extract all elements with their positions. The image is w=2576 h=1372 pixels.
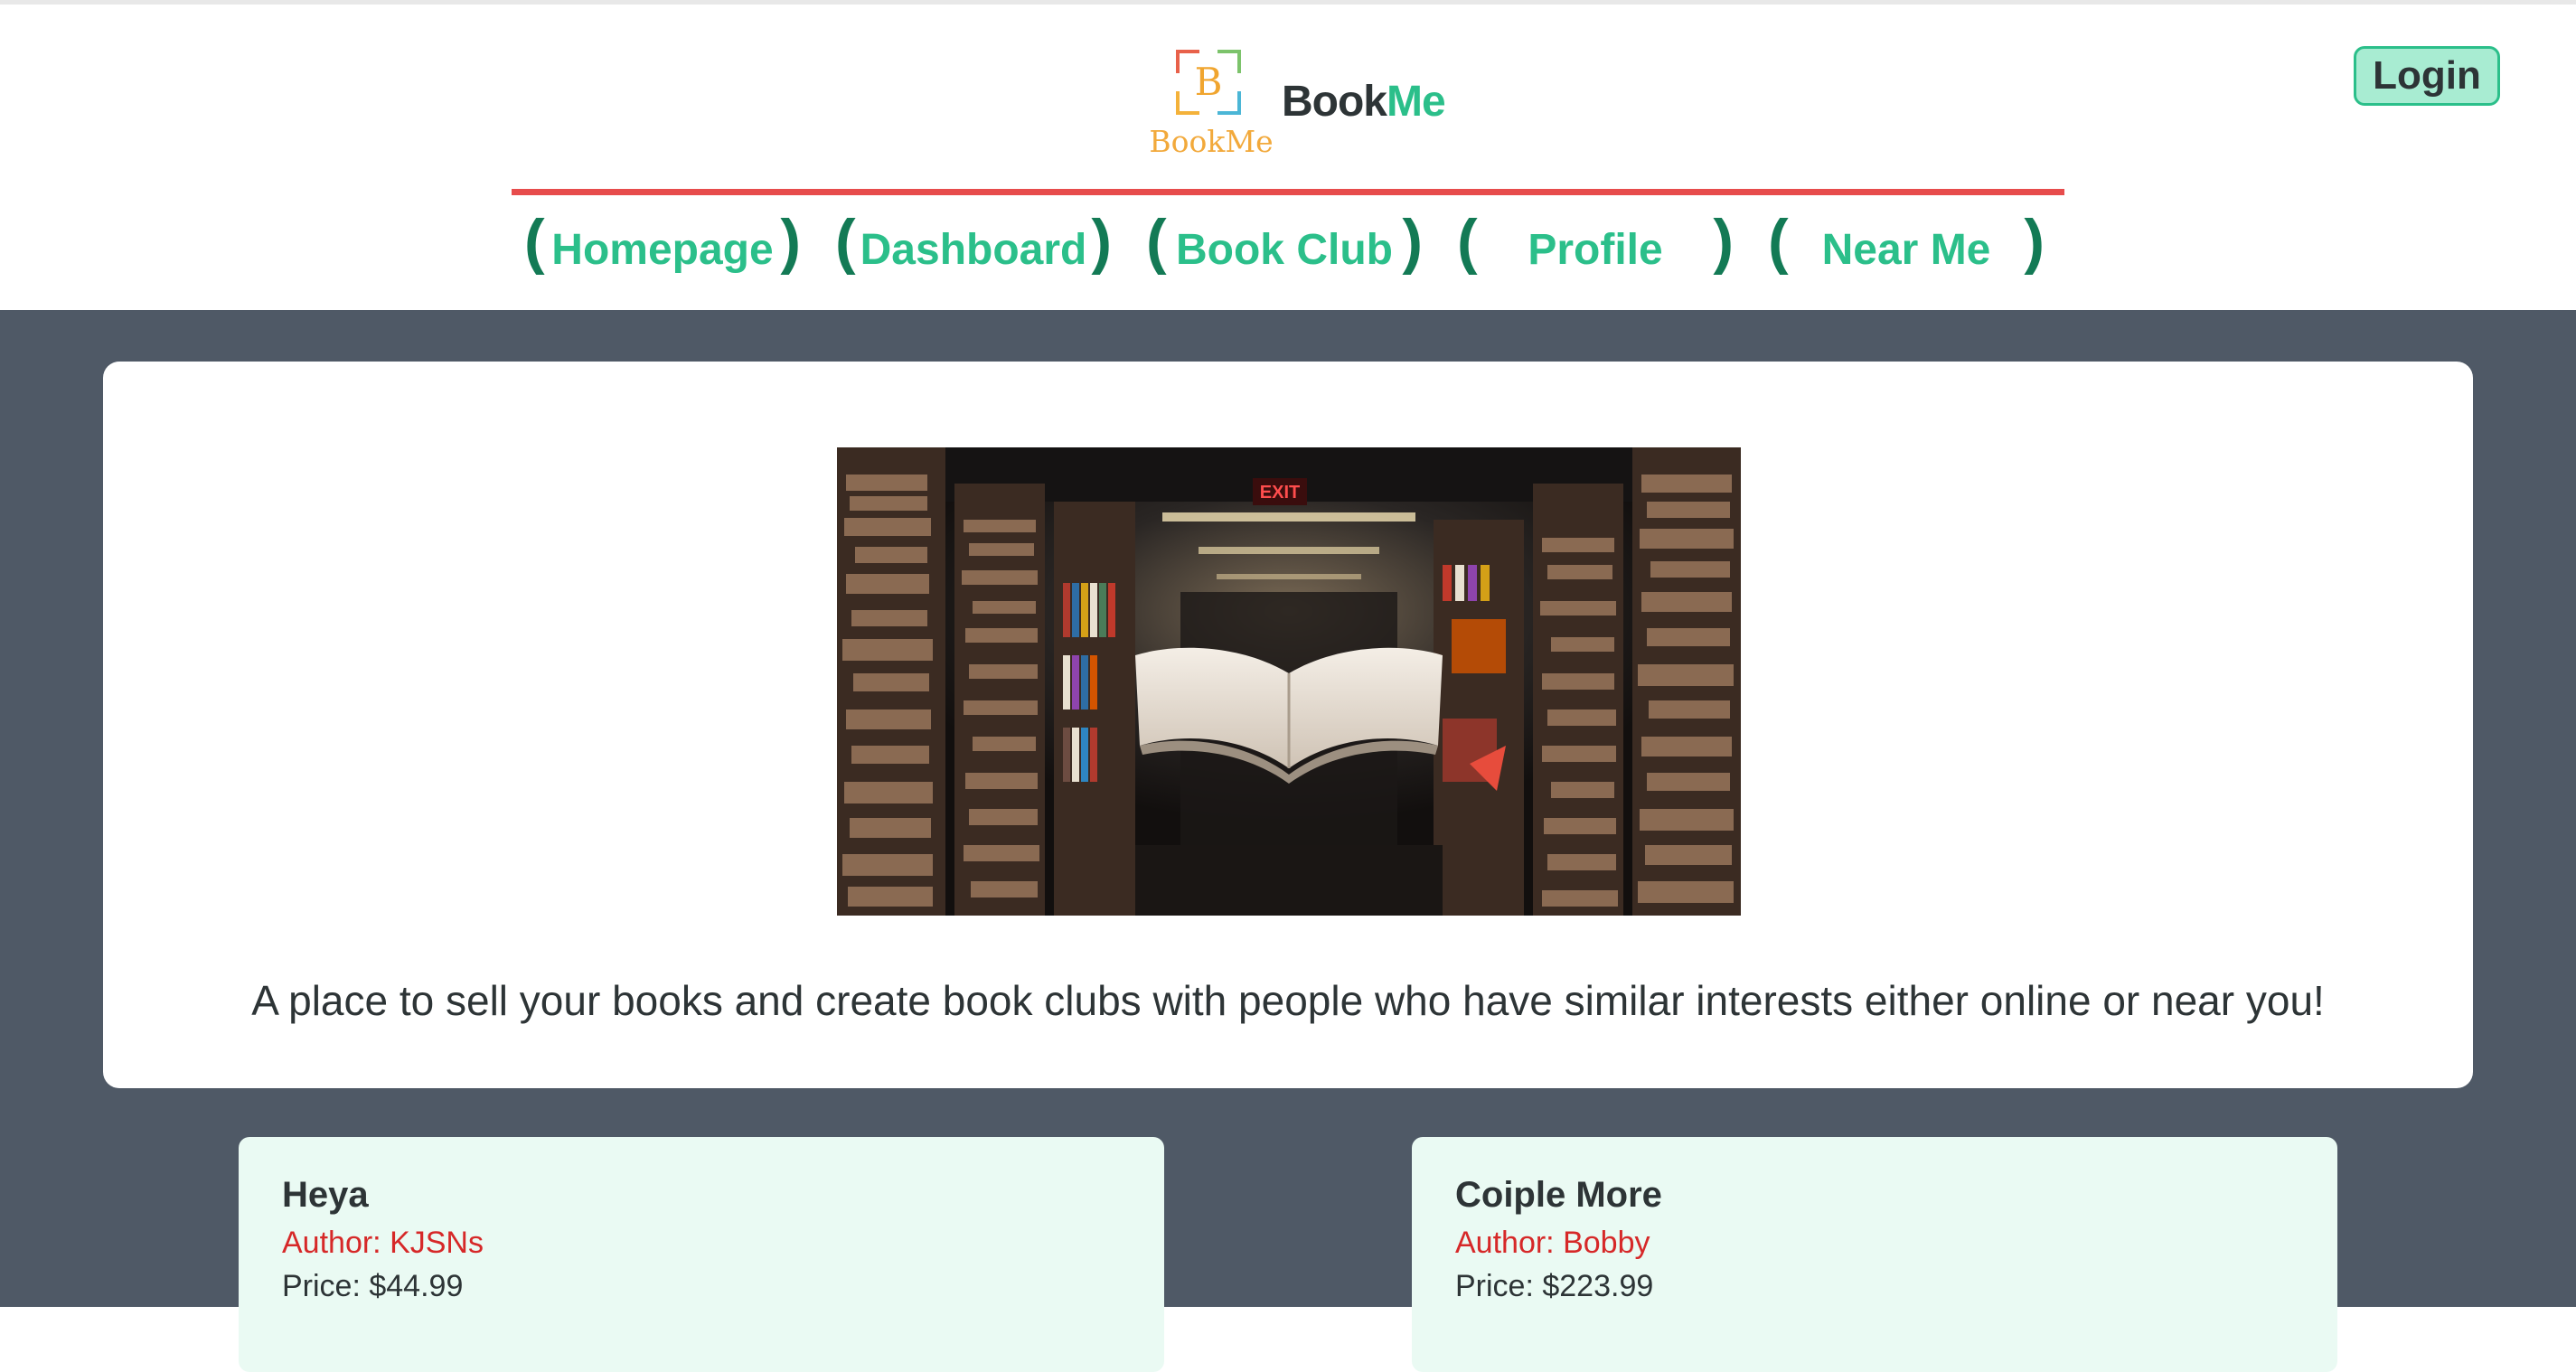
nav-item-label: Book Club: [1176, 226, 1393, 274]
nav-paren-close: ): [1713, 207, 1734, 276]
nav-paren-close: ): [780, 207, 801, 276]
nav-paren-close: ): [1402, 207, 1423, 276]
nav-item-book-club[interactable]: ( Book Club ): [1135, 207, 1434, 283]
book-title: Coiple More: [1455, 1175, 1662, 1215]
book-price: Price: $44.99: [282, 1269, 464, 1303]
brand-name-part2: Me: [1387, 78, 1446, 126]
nav-item-profile[interactable]: ( Profile ): [1446, 207, 1744, 283]
logo-mark: B: [1176, 50, 1241, 115]
book-card[interactable]: Heya Author: KJSNs Price: $44.99: [239, 1137, 1164, 1372]
book-title: Heya: [282, 1175, 369, 1215]
logo[interactable]: B BookMe: [1143, 50, 1279, 167]
main-content: EXIT A place to sell your books and crea…: [0, 310, 2576, 1372]
login-button[interactable]: Login: [2354, 46, 2500, 106]
nav-divider: [512, 189, 2064, 195]
book-author: Author: KJSNs: [282, 1226, 484, 1260]
nav-item-near-me[interactable]: ( Near Me ): [1757, 207, 2055, 283]
nav-item-label: Homepage: [551, 226, 774, 274]
logo-caption: BookMe: [1149, 124, 1274, 159]
book-price: Price: $223.99: [1455, 1269, 1654, 1303]
hero-card: EXIT A place to sell your books and crea…: [103, 362, 2473, 1088]
exit-sign-text: EXIT: [1260, 483, 1300, 503]
hero-tagline: A place to sell your books and create bo…: [251, 977, 2325, 1024]
nav-paren-close: ): [2024, 207, 2045, 276]
main-nav: ( Homepage ) ( Dashboard ) ( Book Club )…: [513, 207, 2068, 283]
nav-item-label: Dashboard: [860, 226, 1087, 274]
nav-item-homepage[interactable]: ( Homepage ): [513, 207, 812, 283]
brand-name[interactable]: BookMe: [1282, 77, 1446, 127]
site-header: B BookMe BookMe Login ( Homepage ) ( Das…: [0, 5, 2576, 310]
book-author: Author: Bobby: [1455, 1226, 1650, 1260]
book-card[interactable]: Coiple More Author: Bobby Price: $223.99: [1412, 1137, 2337, 1372]
hero-image: EXIT: [837, 447, 1741, 916]
nav-item-label: Profile: [1528, 226, 1663, 274]
brand-name-part1: Book: [1282, 78, 1387, 126]
library-book-image: EXIT: [837, 447, 1741, 916]
nav-paren-close: ): [1091, 207, 1112, 276]
logo-letter: B: [1194, 60, 1223, 104]
nav-item-dashboard[interactable]: ( Dashboard ): [824, 207, 1123, 283]
nav-item-label: Near Me: [1821, 226, 1991, 274]
